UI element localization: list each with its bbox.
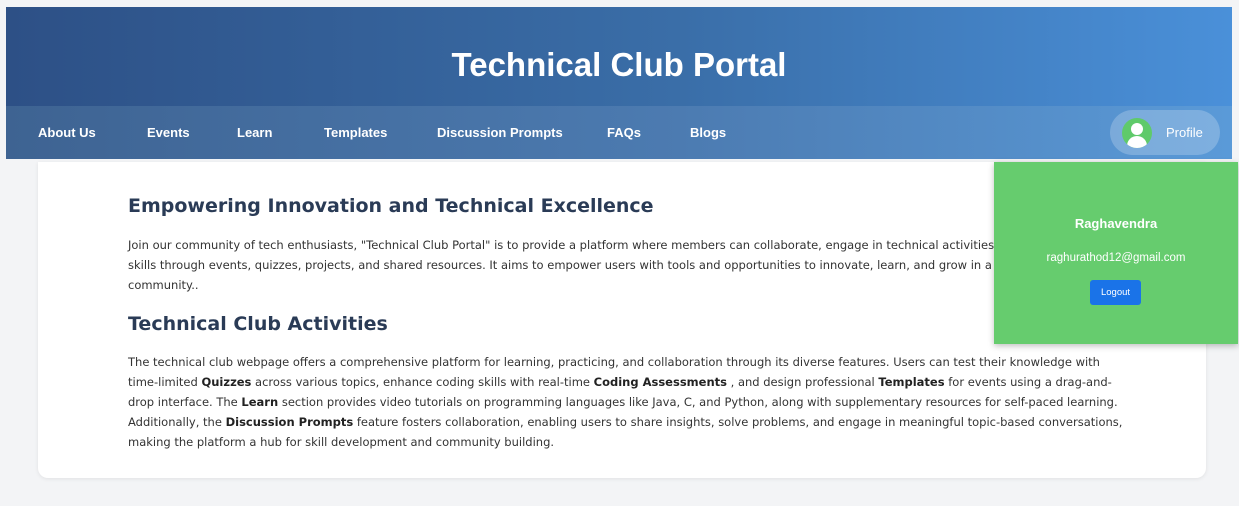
- user-email: raghurathod12@gmail.com: [1046, 252, 1186, 264]
- intro-paragraph: Join our community of tech enthusiasts, …: [128, 238, 1107, 292]
- user-name: Raghavendra: [1074, 216, 1158, 231]
- user-avatar-icon: [1122, 117, 1152, 148]
- logout-button[interactable]: Logout: [1090, 280, 1141, 305]
- learn-term: Learn: [241, 395, 279, 409]
- quizzes-term: Quizzes: [201, 375, 252, 389]
- nav-item-faqs[interactable]: FAQs: [607, 106, 641, 159]
- site-title: Technical Club Portal: [451, 45, 787, 83]
- section-heading-innovation: Empowering Innovation and Technical Exce…: [128, 195, 654, 217]
- nav-item-blogs[interactable]: Blogs: [690, 106, 726, 159]
- site-header: Technical Club Portal: [6, 7, 1232, 106]
- main-nav: About Us Events Learn Templates Discussi…: [6, 106, 1232, 159]
- nav-item-templates[interactable]: Templates: [324, 106, 387, 159]
- nav-item-learn[interactable]: Learn: [237, 106, 272, 159]
- profile-dropdown: Raghavendra raghurathod12@gmail.com Logo…: [994, 162, 1238, 344]
- discussion-prompts-term: Discussion Prompts: [225, 415, 354, 429]
- profile-button[interactable]: Profile: [1110, 110, 1220, 155]
- nav-item-about-us[interactable]: About Us: [38, 106, 96, 159]
- nav-item-events[interactable]: Events: [147, 106, 190, 159]
- profile-label: Profile: [1166, 125, 1203, 140]
- coding-assessments-term: Coding Assessments: [593, 375, 727, 389]
- activities-paragraph: The technical club webpage offers a comp…: [128, 355, 1123, 449]
- section-heading-activities: Technical Club Activities: [128, 313, 388, 335]
- nav-item-discussion-prompts[interactable]: Discussion Prompts: [437, 106, 563, 159]
- templates-term: Templates: [878, 375, 945, 389]
